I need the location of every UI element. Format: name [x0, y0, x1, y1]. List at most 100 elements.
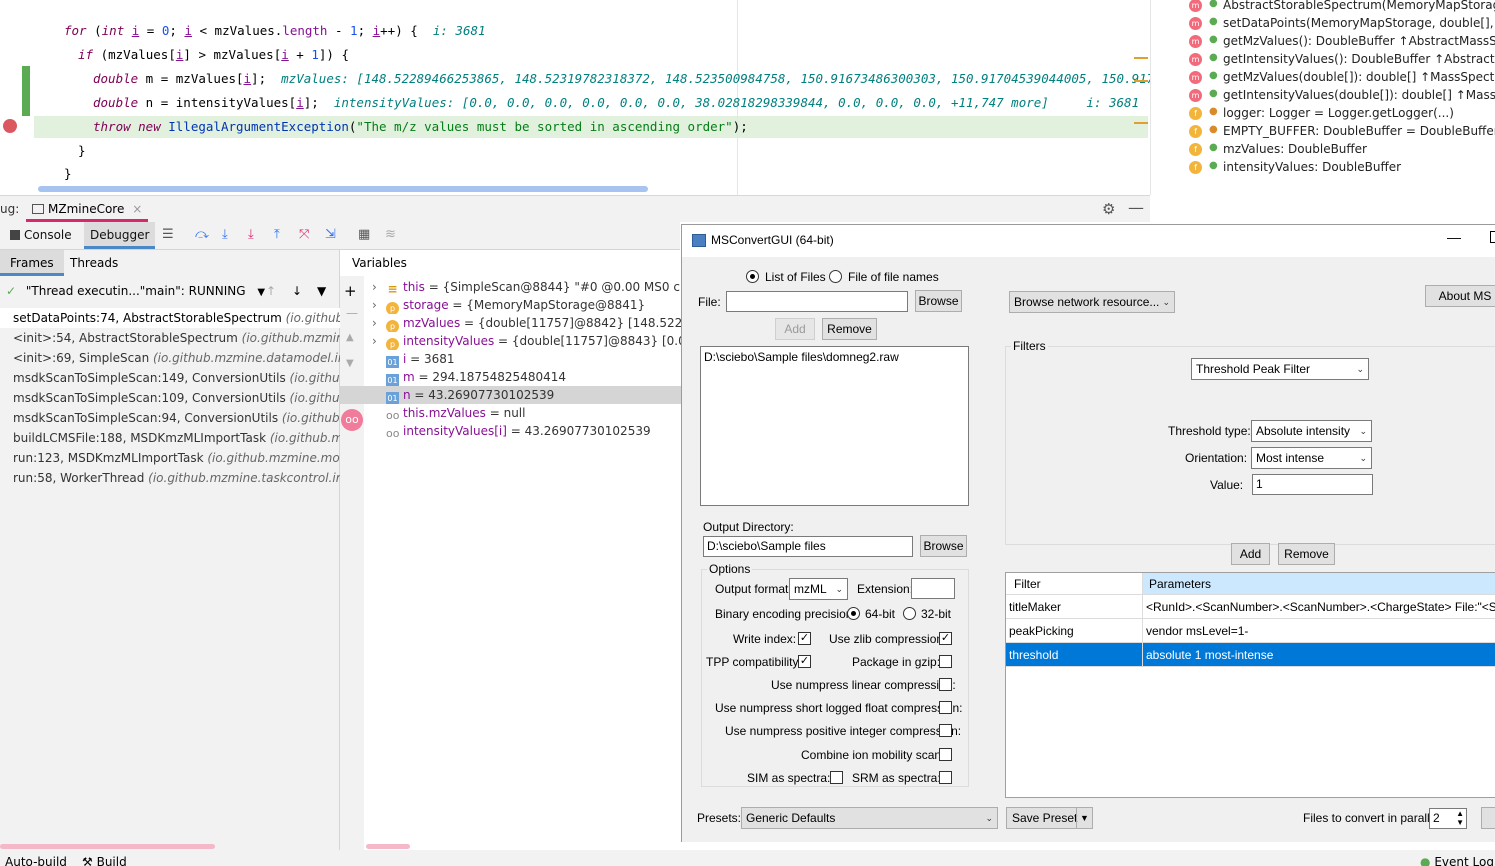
- build-tab[interactable]: ⚒ Build: [82, 855, 127, 866]
- file-list-box[interactable]: D:\sciebo\Sample files\domneg2.raw: [700, 346, 969, 506]
- tab-mzminecore[interactable]: MZmineCore ×: [26, 196, 149, 222]
- step-over-icon[interactable]: ⤼: [195, 227, 209, 242]
- step-into-icon[interactable]: ⤓: [222, 227, 228, 242]
- sim-checkbox[interactable]: [830, 771, 843, 784]
- error-stripe-marker[interactable]: [1134, 80, 1148, 82]
- expand-icon[interactable]: ›: [372, 296, 386, 314]
- output-format-select[interactable]: mzML ⌄: [789, 578, 848, 600]
- maximize-window-icon[interactable]: [1490, 231, 1495, 243]
- browse-output-button[interactable]: Browse: [920, 535, 967, 557]
- threshold-value-input[interactable]: 1: [1252, 474, 1373, 495]
- variable-row[interactable]: oo this.mzValues = null: [340, 404, 682, 422]
- structure-item[interactable]: intensityValues: DoubleBuffer: [1223, 158, 1401, 176]
- save-preset-button[interactable]: Save Preset ▼: [1006, 807, 1093, 829]
- breakpoint-icon[interactable]: [3, 119, 17, 133]
- code-line-throw[interactable]: throw new IllegalArgumentException("The …: [93, 116, 748, 138]
- step-out-icon[interactable]: ⤒: [274, 227, 280, 242]
- error-stripe-marker[interactable]: [1134, 57, 1148, 59]
- grid-cell-filter[interactable]: titleMaker: [1006, 595, 1143, 619]
- frame-row[interactable]: msdkScanToSimpleScan:149, ConversionUtil…: [0, 368, 340, 388]
- parallel-input[interactable]: 2 ▲ ▼: [1429, 808, 1467, 829]
- code-line-close-for[interactable]: }: [64, 163, 72, 185]
- variable-row[interactable]: › ≡ this = {SimpleScan@8844} "#0 @0.00 MS0…: [340, 278, 682, 296]
- frames-scrollbar[interactable]: [0, 844, 215, 849]
- frame-row[interactable]: buildLCMSFile:188, MSDKmzMLImportTask (i…: [0, 428, 340, 448]
- remove-file-button[interactable]: Remove: [822, 318, 877, 340]
- structure-item[interactable]: AbstractStorableSpectrum(MemoryMapStorag…: [1223, 0, 1495, 14]
- combine-ion-checkbox[interactable]: [939, 748, 952, 761]
- file-list-item[interactable]: D:\sciebo\Sample files\domneg2.raw: [704, 349, 968, 365]
- grid-cell-filter[interactable]: threshold: [1006, 643, 1143, 667]
- tab-console[interactable]: Console: [4, 222, 78, 249]
- code-line-double-n[interactable]: double n = intensityValues[i]; intensity…: [93, 92, 1150, 114]
- list-of-files-radio[interactable]: [746, 270, 759, 283]
- grid-cell-parameters[interactable]: <RunId>.<ScanNumber>.<ScanNumber>.<Charg…: [1143, 595, 1495, 619]
- variable-row[interactable]: 01 i = 3681: [340, 350, 682, 368]
- variable-row[interactable]: 01 m = 294.18754825480414: [340, 368, 682, 386]
- msconvert-titlebar[interactable]: MSConvertGUI (64-bit) —: [682, 225, 1495, 257]
- variable-row[interactable]: › p storage = {MemoryMapStorage@8841}: [340, 296, 682, 314]
- structure-item[interactable]: getMzValues(): DoubleBuffer ↑AbstractMas…: [1223, 32, 1495, 50]
- structure-item[interactable]: mzValues: DoubleBuffer: [1223, 140, 1367, 158]
- tab-frames[interactable]: Frames: [0, 250, 64, 276]
- numpress-linear-checkbox[interactable]: [939, 678, 952, 691]
- frame-row[interactable]: run:123, MSDKmzMLImportTask (io.github.m…: [0, 448, 340, 468]
- variable-row[interactable]: 01 n = 43.26907730102539: [340, 386, 682, 404]
- grid-header-parameters[interactable]: Parameters: [1143, 573, 1495, 595]
- grid-cell-filter[interactable]: peakPicking: [1006, 619, 1143, 643]
- add-filter-button[interactable]: Add: [1231, 543, 1270, 565]
- variable-row[interactable]: oo intensityValues[i] = 43.26907730102539: [340, 422, 682, 440]
- expand-icon[interactable]: ›: [372, 332, 386, 350]
- structure-item[interactable]: EMPTY_BUFFER: DoubleBuffer = DoubleBuffe…: [1223, 122, 1495, 140]
- numpress-pos-checkbox[interactable]: [939, 724, 952, 737]
- precision-32-radio[interactable]: [903, 607, 916, 620]
- output-directory-input[interactable]: D:\sciebo\Sample files: [703, 536, 913, 557]
- frame-row[interactable]: msdkScanToSimpleScan:109, ConversionUtil…: [0, 388, 340, 408]
- browse-file-button[interactable]: Browse: [915, 290, 962, 312]
- variable-row[interactable]: › p mzValues = {double[11757]@8842} [148.5…: [340, 314, 682, 332]
- tab-threads[interactable]: Threads: [60, 250, 128, 276]
- tab-debugger[interactable]: Debugger: [84, 222, 156, 249]
- force-step-into-icon[interactable]: ⤓: [248, 227, 254, 242]
- tpp-checkbox[interactable]: ✓: [798, 655, 811, 668]
- frame-row[interactable]: msdkScanToSimpleScan:94, ConversionUtils…: [0, 408, 340, 428]
- structure-item[interactable]: setDataPoints(MemoryMapStorage, double[]…: [1223, 14, 1495, 32]
- filter-icon[interactable]: ▼: [317, 280, 326, 302]
- variables-scrollbar[interactable]: [366, 844, 410, 849]
- thread-selector[interactable]: ✓ "Thread executin..."main": RUNNING ▼ ↑…: [0, 280, 340, 302]
- frame-row[interactable]: run:58, WorkerThread (io.github.mzmine.t…: [0, 468, 340, 488]
- evaluate-expression-icon[interactable]: ▦: [358, 227, 370, 242]
- frame-row[interactable]: <init>:54, AbstractStorableSpectrum (io.…: [0, 328, 340, 348]
- browse-network-dropdown[interactable]: Browse network resource... ⌄: [1009, 291, 1175, 313]
- arrow-down-icon[interactable]: ↓: [292, 280, 302, 302]
- editor-gutter[interactable]: [0, 0, 40, 195]
- start-button[interactable]: [1481, 807, 1495, 829]
- gzip-checkbox[interactable]: [939, 655, 952, 668]
- file-of-names-radio[interactable]: [829, 270, 842, 283]
- minimize-icon[interactable]: —: [1128, 198, 1144, 217]
- extension-input[interactable]: [911, 578, 955, 599]
- structure-item[interactable]: getIntensityValues(): DoubleBuffer ↑Abst…: [1223, 50, 1495, 68]
- expand-icon[interactable]: ›: [372, 278, 386, 296]
- structure-item[interactable]: getMzValues(double[]): double[] ↑MassSpe…: [1223, 68, 1495, 86]
- autobuild-tab[interactable]: Auto-build: [5, 855, 67, 866]
- presets-select[interactable]: Generic Defaults ⌄: [741, 807, 998, 829]
- orientation-select[interactable]: Most intense ⌄: [1251, 447, 1372, 469]
- chevron-down-icon[interactable]: ▼: [257, 287, 265, 298]
- precision-64-radio[interactable]: [847, 607, 860, 620]
- structure-item[interactable]: logger: Logger = Logger.getLogger(...): [1223, 104, 1454, 122]
- frame-row[interactable]: setDataPoints:74, AbstractStorableSpectr…: [0, 308, 340, 328]
- grid-cell-parameters[interactable]: absolute 1 most-intense: [1143, 643, 1495, 667]
- code-line-close-if[interactable]: }: [78, 140, 86, 162]
- event-log-tab[interactable]: ● Event Log: [1420, 855, 1494, 866]
- structure-item[interactable]: getIntensityValues(double[]): double[] ↑…: [1223, 86, 1495, 104]
- chevron-down-icon[interactable]: ▼: [1076, 808, 1092, 828]
- close-icon[interactable]: ×: [132, 202, 142, 216]
- spinner-icon[interactable]: ▲ ▼: [1456, 809, 1464, 827]
- code-editor[interactable]: for (int i = 0; i < mzValues.length - 1;…: [0, 0, 1150, 195]
- grid-header-filter[interactable]: Filter: [1006, 573, 1143, 595]
- zlib-checkbox[interactable]: ✓: [939, 632, 952, 645]
- about-button[interactable]: About MS: [1425, 285, 1495, 307]
- remove-filter-button[interactable]: Remove: [1278, 543, 1335, 565]
- minimize-window-icon[interactable]: —: [1447, 229, 1461, 245]
